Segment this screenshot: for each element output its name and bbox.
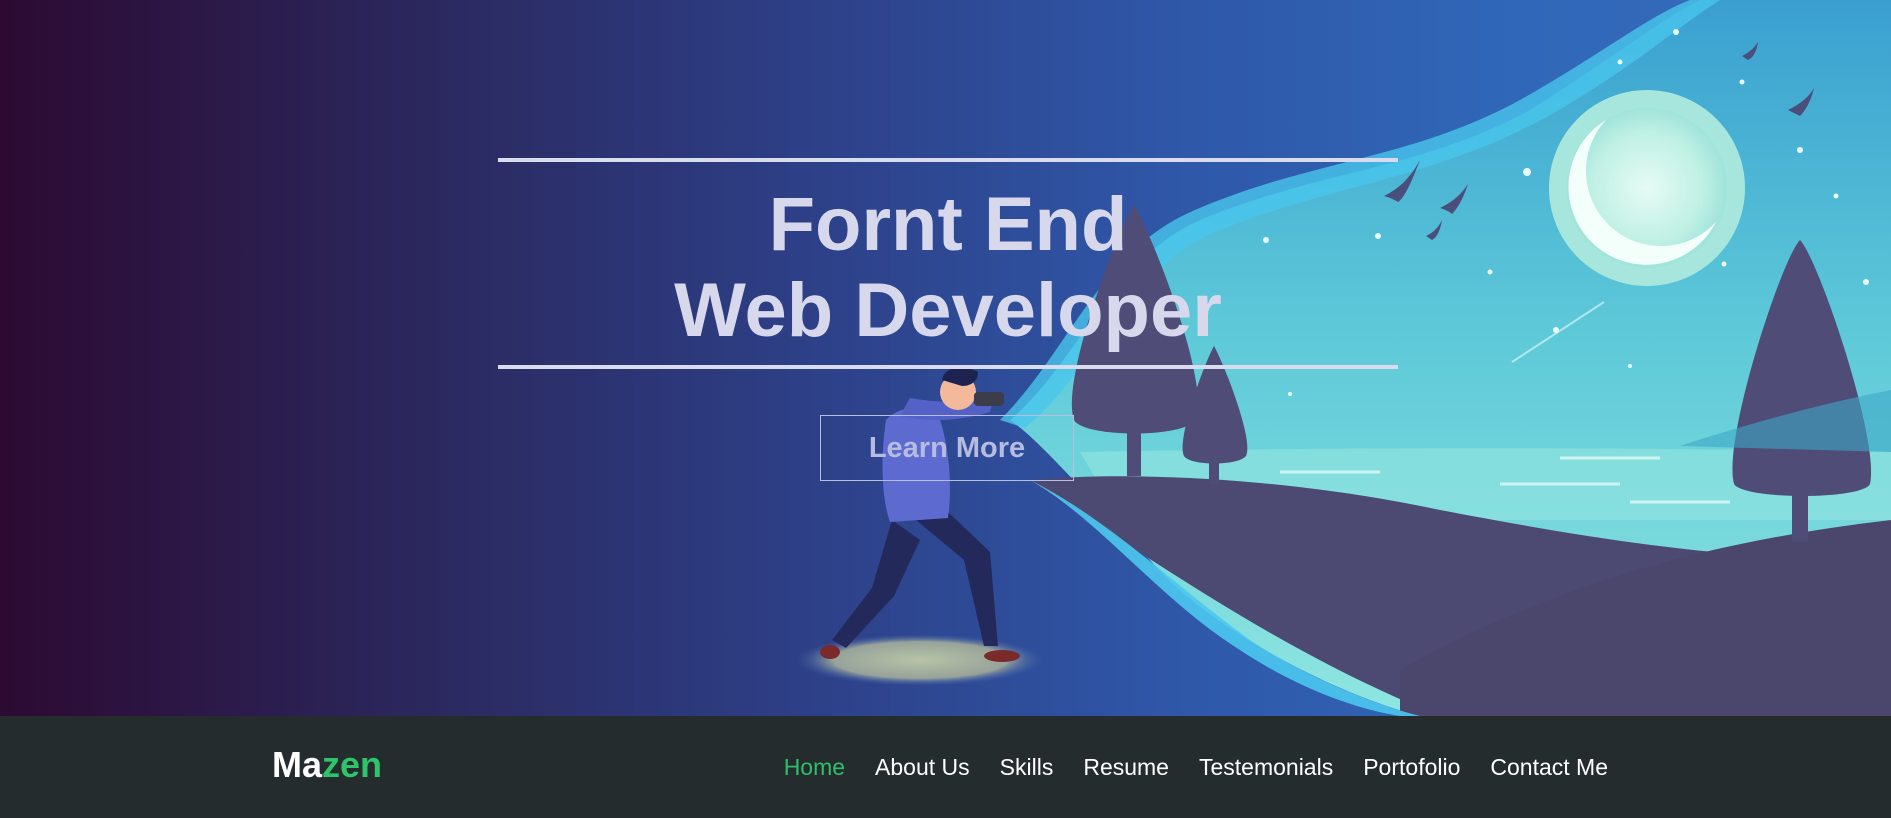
nav-item-contact-me: Contact Me [1490,754,1608,781]
nav-link-portofolio[interactable]: Portofolio [1363,754,1460,780]
hero-content: Fornt End Web Developer Learn More [0,0,1891,716]
nav-item-home: Home [784,754,845,781]
learn-more-button[interactable]: Learn More [820,415,1074,481]
hero-title-line2: Web Developer [674,268,1222,353]
logo[interactable]: Mazen [272,744,382,786]
nav-menu: Home About Us Skills Resume Testemonials… [784,754,1608,781]
nav-link-testemonials[interactable]: Testemonials [1199,754,1333,780]
hero-title-line1: Fornt End [768,182,1128,267]
nav-item-skills: Skills [1000,754,1054,781]
nav-item-about-us: About Us [875,754,970,781]
nav-link-about-us[interactable]: About Us [875,754,970,780]
nav-item-portofolio: Portofolio [1363,754,1460,781]
logo-part1: Ma [272,744,323,785]
hero-title: Fornt End Web Developer [498,182,1398,354]
hero-section: Fornt End Web Developer Learn More [0,0,1891,716]
nav-link-skills[interactable]: Skills [1000,754,1054,780]
nav-link-resume[interactable]: Resume [1083,754,1169,780]
nav-item-testemonials: Testemonials [1199,754,1333,781]
title-bottom-rule [498,365,1398,369]
title-top-rule [498,158,1398,162]
nav-link-contact-me[interactable]: Contact Me [1490,754,1608,780]
nav-item-resume: Resume [1083,754,1169,781]
logo-part2: zen [322,744,383,785]
nav-link-home[interactable]: Home [784,754,845,780]
navbar: Mazen Home About Us Skills Resume Testem… [0,716,1891,818]
